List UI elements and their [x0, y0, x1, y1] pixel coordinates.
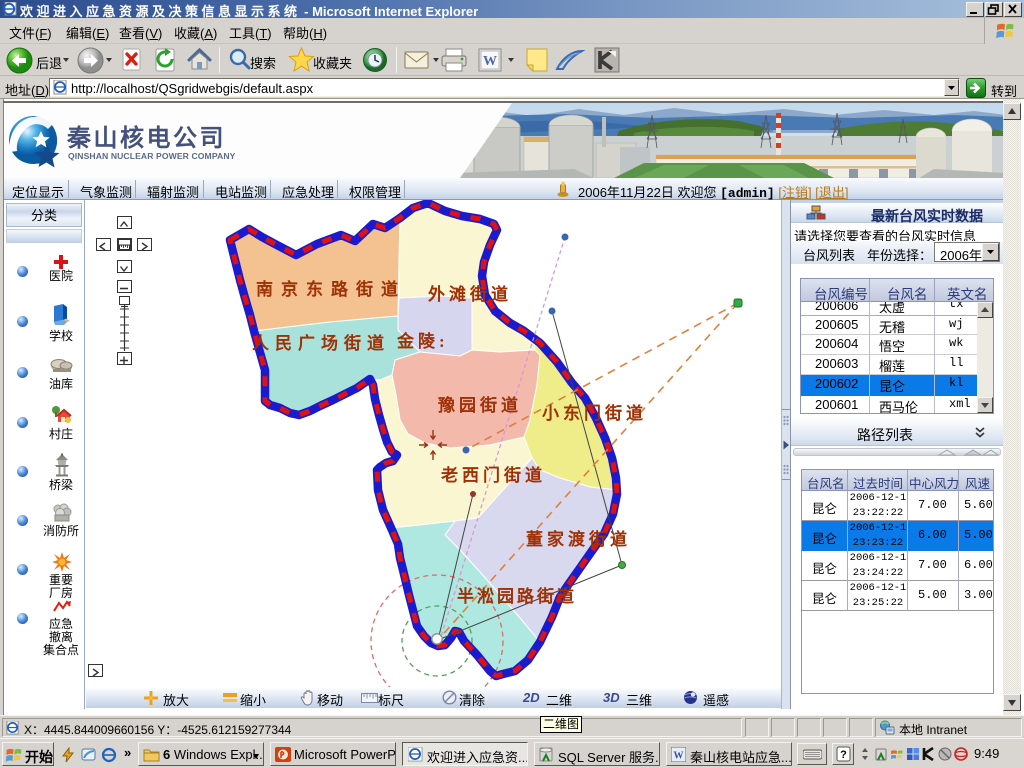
svg-text:人民广场街道: 人民广场街道: [252, 333, 390, 353]
svg-text:?: ?: [840, 749, 847, 761]
svg-text:豫园街道: 豫园街道: [438, 395, 522, 415]
svg-text:董家渡街道: 董家渡街道: [526, 529, 631, 549]
svg-text:W: W: [483, 54, 497, 69]
svg-text:金陵:: 金陵:: [396, 331, 449, 351]
svg-text:老西门街道: 老西门街道: [440, 465, 546, 485]
svg-text:W: W: [674, 751, 684, 762]
svg-text:半淞园路街道: 半淞园路街道: [457, 586, 577, 606]
svg-text:小东门街道: 小东门街道: [542, 403, 647, 423]
svg-text:秦山核电公司: 秦山核电公司: [66, 124, 226, 152]
svg-text:外滩街道: 外滩街道: [428, 284, 512, 304]
svg-text:QINSHAN NUCLEAR POWER COMPANY: QINSHAN NUCLEAR POWER COMPANY: [68, 151, 236, 161]
svg-text:南京东路街道: 南京东路街道: [256, 279, 406, 299]
